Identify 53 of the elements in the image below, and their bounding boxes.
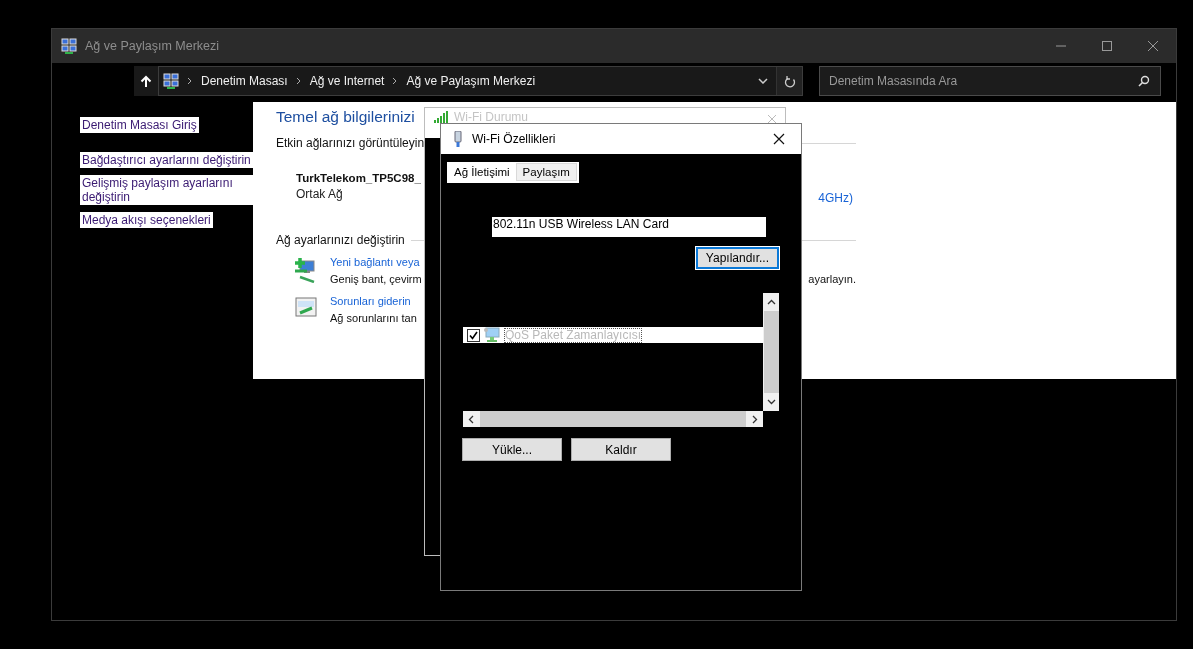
vertical-scrollbar[interactable] — [763, 293, 779, 411]
chevron-down-icon — [766, 399, 776, 405]
sidebar-link[interactable]: Bağdaştırıcı ayarlarını değiştirin — [80, 152, 253, 168]
up-arrow-icon — [140, 74, 152, 88]
sidebar-link[interactable]: Gelişmiş paylaşım ayarlarını değiştirin — [80, 175, 253, 205]
horizontal-scrollbar[interactable] — [463, 411, 763, 427]
network-icon — [163, 73, 179, 89]
chevron-left-icon — [468, 414, 474, 424]
task-description: Geniş bant, çevirm — [330, 273, 422, 285]
breadcrumb[interactable]: Ağ ve Internet — [309, 74, 385, 88]
configure-button[interactable]: Yapılandır... — [695, 247, 779, 269]
dialog-button[interactable]: Kaldır — [571, 438, 671, 461]
address-bar[interactable]: Denetim Masası Ağ ve Internet Ağ ve Paylaşım Merkezi — [158, 66, 803, 96]
checkmark-icon — [469, 330, 478, 340]
window-title: Ağ ve Paylaşım Merkezi — [85, 39, 220, 53]
search-icon — [1138, 75, 1150, 87]
page-heading: Temel ağ bilgilerinizi — [276, 108, 415, 126]
checkbox[interactable] — [467, 328, 480, 342]
chevron-icon — [295, 77, 302, 85]
sidebar-link[interactable]: Denetim Masası Giriş — [80, 117, 199, 133]
network-type: Ortak Ağ — [296, 187, 344, 201]
chevron-right-icon — [752, 414, 758, 424]
refresh-button[interactable] — [776, 67, 802, 95]
sidebar-link[interactable]: Medya akışı seçenekleri — [80, 212, 213, 228]
up-button[interactable] — [134, 66, 158, 96]
chevron-down-icon — [758, 78, 768, 84]
network-add-icon — [294, 257, 318, 283]
task-description: Ağ sorunlarını tan — [330, 312, 417, 324]
breadcrumb[interactable]: Denetim Masası — [201, 74, 288, 88]
usb-adapter-icon — [453, 131, 463, 147]
chevron-icon — [187, 77, 193, 85]
close-icon — [773, 133, 785, 145]
chevron-up-icon — [766, 299, 776, 305]
refresh-icon — [783, 74, 796, 88]
close-icon — [1147, 40, 1159, 52]
adapter-name-field: 802.11n USB Wireless LAN Card — [492, 217, 766, 237]
connection-link[interactable]: 4GHz) — [818, 191, 853, 205]
section-label: Ağ ayarlarınızı değiştirin — [276, 233, 405, 247]
tab[interactable]: Paylaşım — [515, 163, 577, 181]
dialog-title: Wi-Fi Özellikleri — [472, 132, 556, 146]
dialog-title: Wi-Fi Durumu — [454, 111, 528, 124]
chevron-icon — [392, 77, 399, 85]
network-name: TurkTelekom_TP5C98_ — [296, 172, 421, 184]
network-icon — [61, 38, 77, 54]
task-description: ayarlayın. — [808, 273, 856, 285]
dialog-button[interactable]: Yükle... — [462, 438, 562, 461]
monitor-icon — [484, 327, 500, 343]
signal-bars-icon — [434, 111, 448, 123]
close-icon — [767, 114, 777, 124]
section-label: Etkin ağlarınızı görüntüleyin — [276, 136, 425, 150]
search-field[interactable]: Denetim Masasında Ara — [819, 66, 1161, 96]
breadcrumb[interactable]: Ağ ve Paylaşım Merkezi — [406, 74, 536, 88]
maximize-icon — [1101, 40, 1113, 52]
